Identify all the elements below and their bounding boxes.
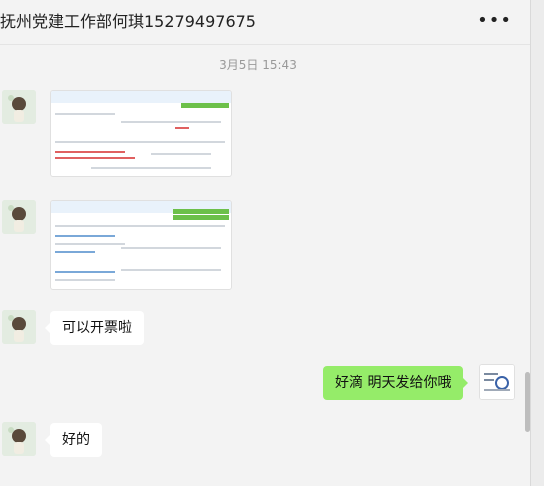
message-bubble-received[interactable]: 好的 <box>45 423 102 457</box>
avatar-illustration-icon <box>2 90 36 124</box>
message-timestamp: 3月5日 15:43 <box>219 58 297 72</box>
message-bubble-sent[interactable]: 好滴 明天发给你哦 <box>323 366 469 400</box>
window-edge <box>530 0 544 486</box>
chat-scrollbar[interactable] <box>525 372 530 432</box>
avatar-illustration-icon <box>2 200 36 234</box>
contact-avatar[interactable] <box>2 200 36 234</box>
message-bubble-received[interactable]: 可以开票啦 <box>45 311 144 345</box>
avatar-illustration-icon <box>2 310 36 344</box>
contact-avatar[interactable] <box>2 422 36 456</box>
self-avatar[interactable] <box>479 364 515 400</box>
message-image-invoice-screenshot[interactable] <box>50 200 232 290</box>
contact-avatar[interactable] <box>2 310 36 344</box>
contact-avatar[interactable] <box>2 90 36 124</box>
avatar-logo-icon <box>480 365 514 399</box>
chat-title: 抚州党建工作部何琪15279497675 <box>0 12 256 31</box>
chat-header: 抚州党建工作部何琪15279497675 ••• <box>0 0 544 45</box>
message-image-order-screenshot[interactable] <box>50 90 232 177</box>
avatar-illustration-icon <box>2 422 36 456</box>
more-options-button[interactable]: ••• <box>477 10 512 31</box>
